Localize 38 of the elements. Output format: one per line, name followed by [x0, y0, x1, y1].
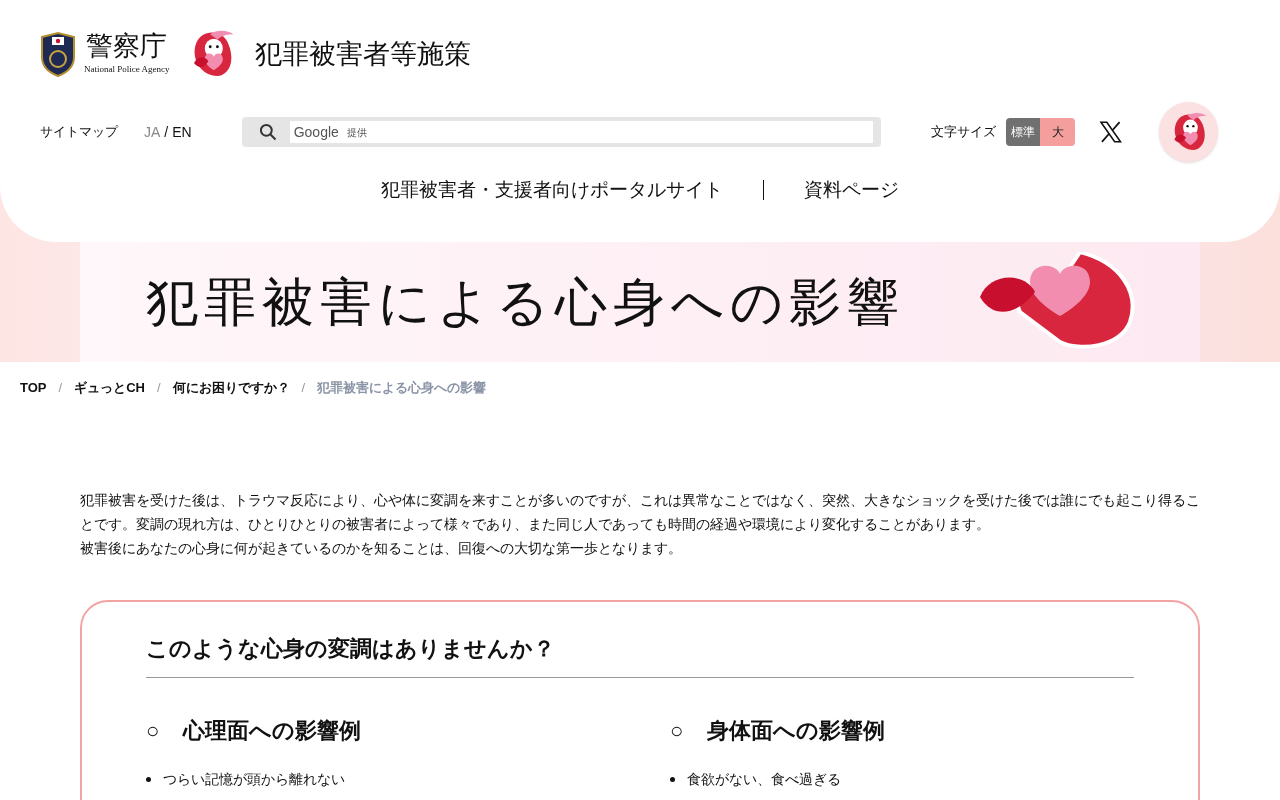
page-title: 犯罪被害による心身への影響 [146, 271, 905, 334]
nav-link[interactable]: 資料ページ [804, 176, 899, 205]
sitemap-link[interactable]: サイトマップ [40, 122, 118, 142]
search-icon [257, 122, 278, 142]
language-link[interactable]: EN [172, 121, 192, 143]
site-title: 犯罪被害者等施策 [255, 36, 472, 71]
search-brand: Google [293, 122, 339, 142]
list-item: 食欲がない、食べ過ぎる [687, 769, 841, 789]
breadcrumb-link[interactable]: 何にお困りですか？ [172, 378, 290, 398]
font-size-label: 文字サイズ [931, 123, 997, 142]
breadcrumb-separator: / [301, 379, 306, 397]
font-size-button[interactable]: 大 [1040, 118, 1075, 146]
agency-name-english: National Police Agency [84, 62, 170, 76]
search-field[interactable]: Google 提供 [241, 117, 882, 147]
language-separator: / [164, 122, 169, 142]
mascot-button[interactable] [1159, 102, 1218, 162]
breadcrumb-link[interactable]: ギュっとCH [74, 378, 145, 398]
breadcrumb-link[interactable]: TOP [20, 378, 47, 398]
current-page-label: 犯罪被害による心身への影響 [317, 379, 487, 397]
list-item: つらい記憶が頭から離れない [163, 769, 345, 789]
language-link[interactable]: JA [144, 121, 161, 143]
nav-link[interactable]: 犯罪被害者・支援者向けポータルサイト [381, 176, 723, 205]
breadcrumb-separator: / [58, 379, 63, 397]
circle-marker: ○ [146, 716, 160, 745]
column-heading: 心理面への影響例 [183, 716, 362, 745]
breadcrumb-separator: / [156, 379, 161, 397]
intro-paragraph: 犯罪被害を受けた後は、トラウマ反応により、心や体に変調を来すことが多いのですが、これは異常なことではなく、突然、大きなショックを受けた後では誰にでも起こり得ることです。変調の現れ方は、ひとりひとりの被害者によって様々であり、また同じ人であっても時間の経過や環境により変化することがあります。 [80, 490, 1200, 534]
intro-paragraph: 被害後にあなたの心身に何が起きているのかを知ることは、回復への大切な第一歩となります。 [80, 538, 683, 558]
x-logo-icon[interactable] [1098, 120, 1123, 144]
circle-marker: ○ [670, 716, 684, 745]
column-heading: 身体面への影響例 [707, 716, 886, 745]
agency-name: 警察庁 [86, 31, 168, 59]
card-title: このような心身の変調はありませんか？ [146, 631, 1134, 678]
bullet-icon [670, 776, 675, 782]
search-brand-suffix: 提供 [346, 125, 367, 140]
police-emblem-icon [40, 31, 76, 77]
bullet-icon [146, 776, 151, 782]
font-size-button[interactable]: 標準 [1006, 118, 1041, 146]
